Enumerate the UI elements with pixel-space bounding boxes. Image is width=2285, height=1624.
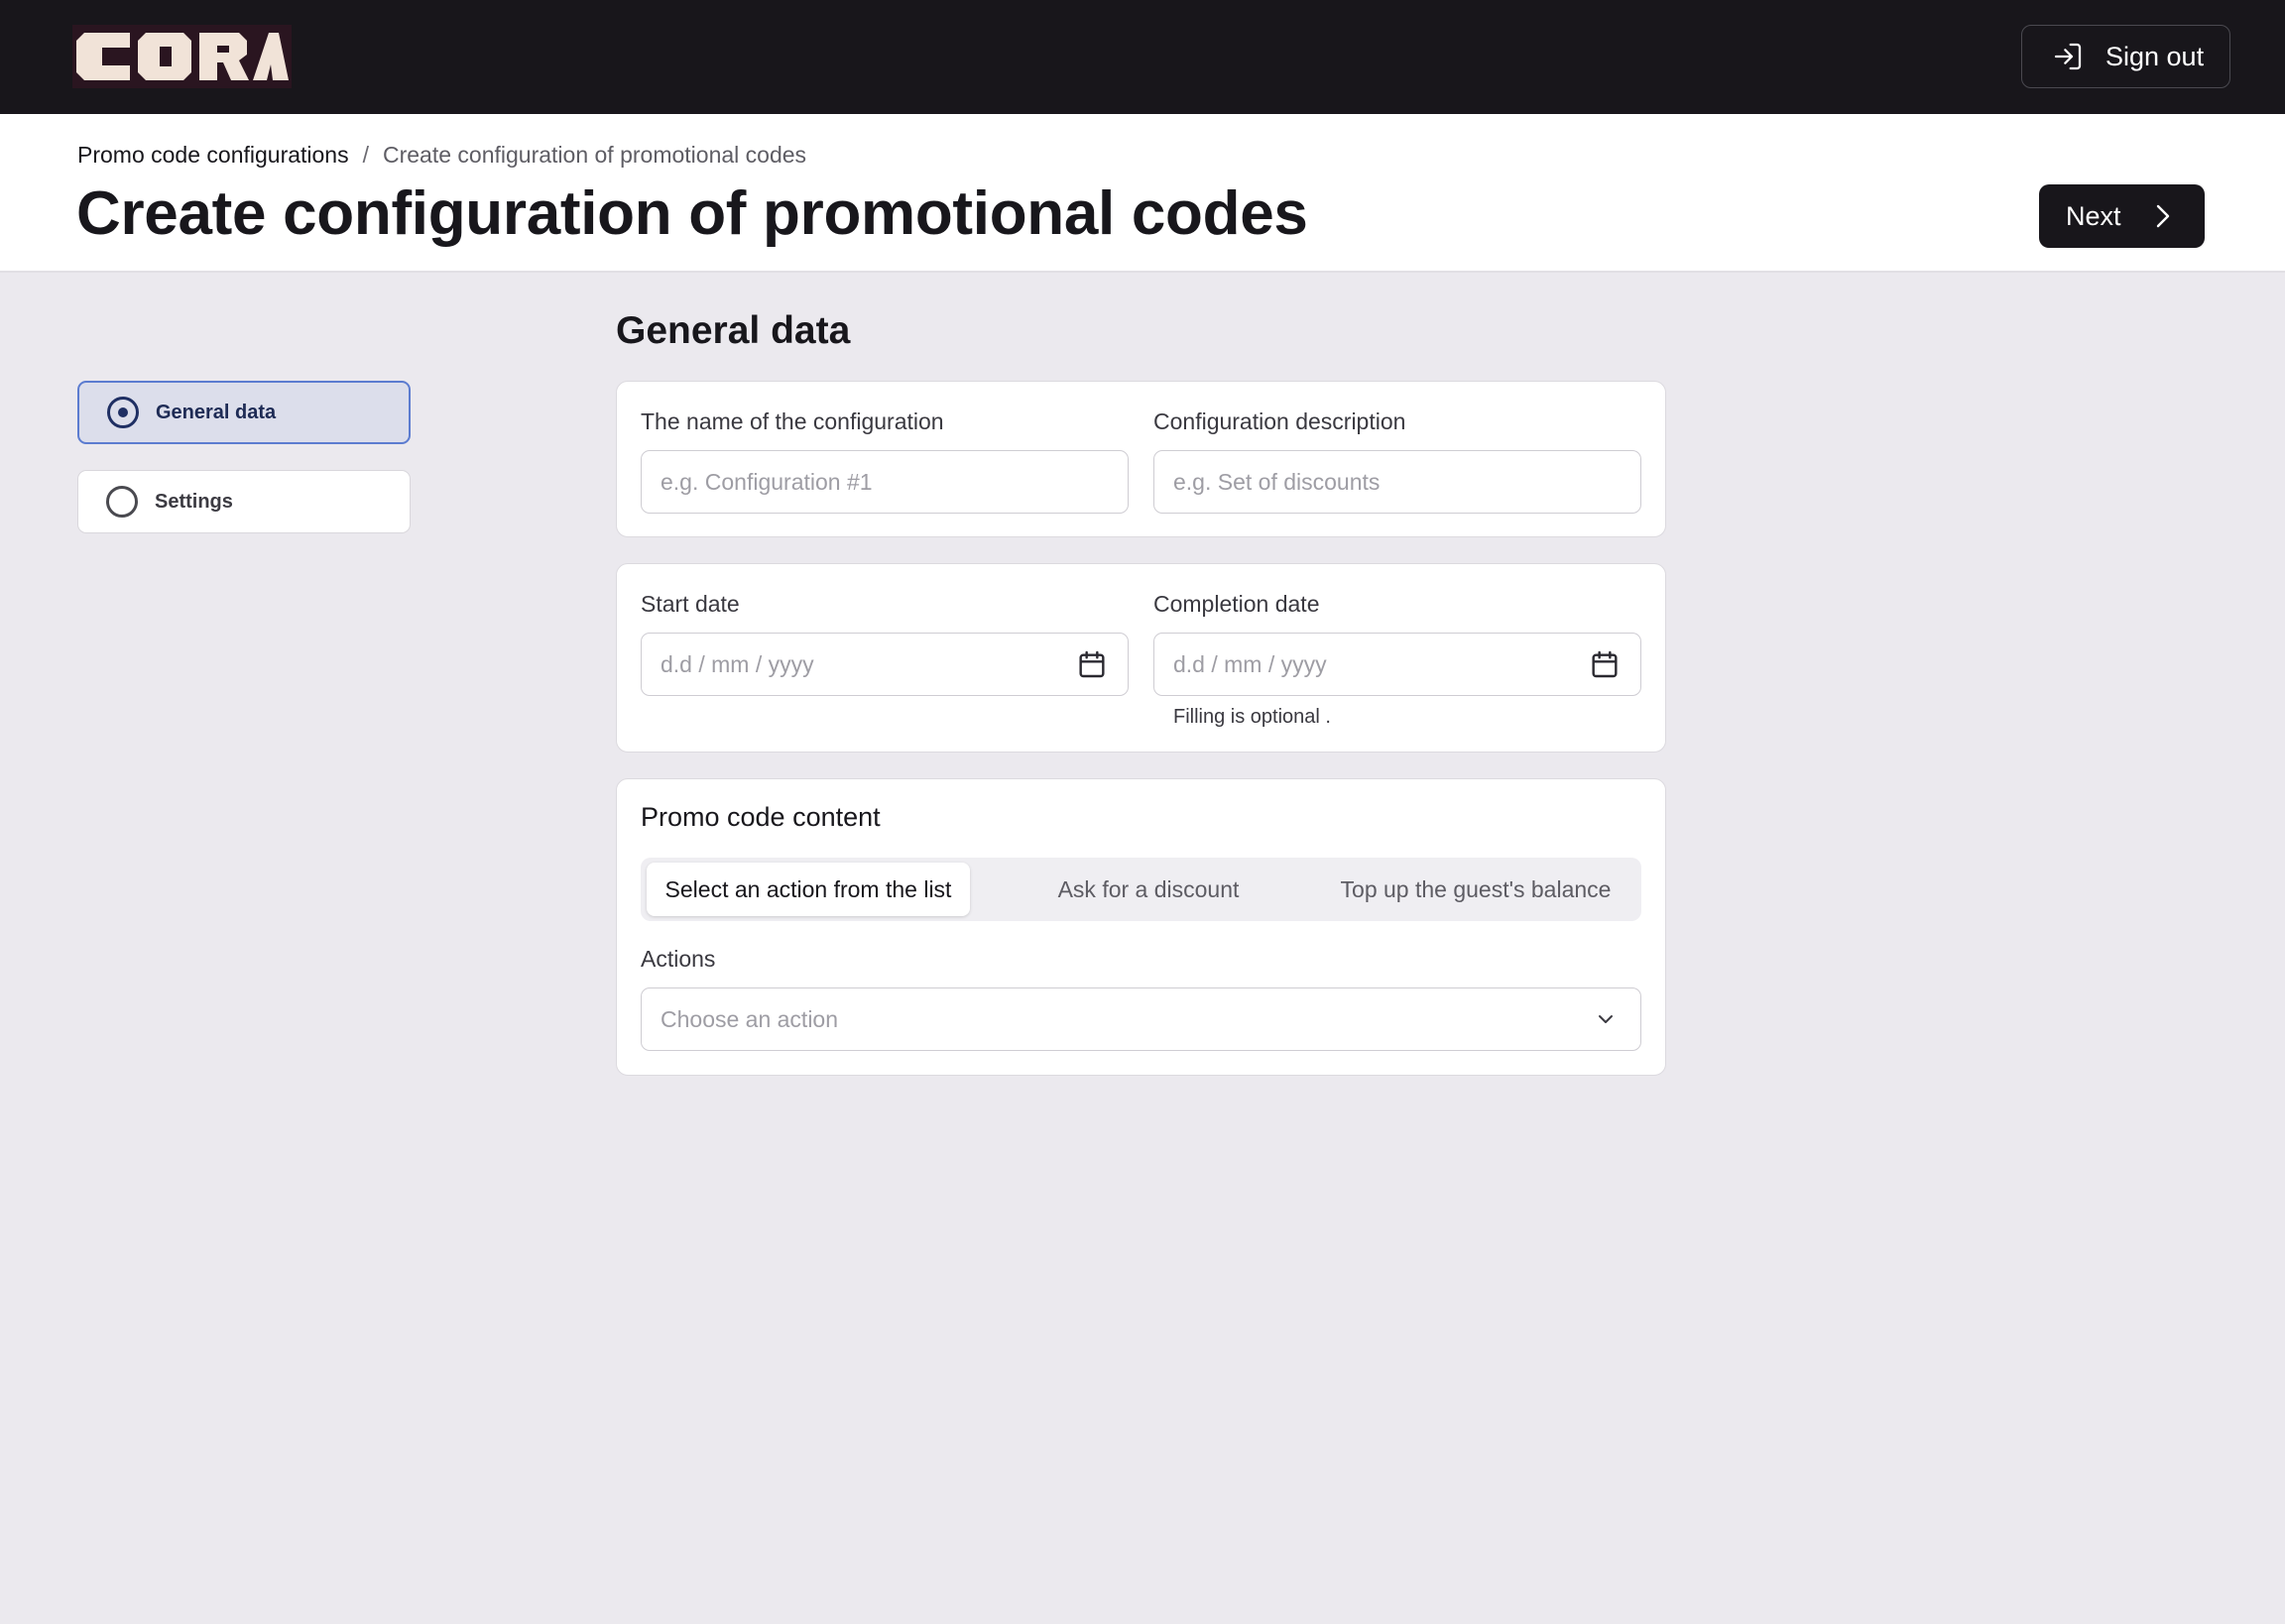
radio-unselected-icon <box>106 486 138 518</box>
page-title: Create configuration of promotional code… <box>76 179 1308 248</box>
step-label: Settings <box>155 490 233 513</box>
completion-date-placeholder: d.d / mm / yyyy <box>1173 650 1327 677</box>
promo-type-segmented-control: Select an action from the list Ask for a… <box>641 858 1641 921</box>
tab-ask-discount[interactable]: Ask for a discount <box>990 863 1307 916</box>
chevron-down-icon <box>1599 1015 1613 1023</box>
breadcrumb: Promo code configurations / Create confi… <box>77 142 806 169</box>
promo-content-heading: Promo code content <box>641 802 881 832</box>
sign-out-button[interactable]: Sign out <box>2021 25 2230 88</box>
step-label: General data <box>156 401 277 423</box>
config-description-placeholder: e.g. Set of discounts <box>1173 468 1381 495</box>
step-general-data[interactable]: General data <box>77 381 411 444</box>
completion-date-input[interactable]: d.d / mm / yyyy <box>1153 633 1641 696</box>
tab-top-up-balance[interactable]: Top up the guest's balance <box>1317 863 1634 916</box>
actions-select[interactable]: Choose an action <box>641 987 1641 1051</box>
calendar-icon[interactable] <box>1589 648 1621 680</box>
section-title: General data <box>616 309 851 352</box>
completion-date-label: Completion date <box>1153 591 1320 617</box>
config-description-label: Configuration description <box>1153 408 1406 434</box>
config-name-input[interactable]: e.g. Configuration #1 <box>641 450 1129 514</box>
general-info-card: The name of the configuration e.g. Confi… <box>616 381 1666 537</box>
actions-label: Actions <box>641 946 716 972</box>
cora-logo[interactable] <box>72 25 292 88</box>
start-date-placeholder: d.d / mm / yyyy <box>661 650 814 677</box>
radio-selected-icon <box>107 397 139 428</box>
config-name-label: The name of the configuration <box>641 408 944 434</box>
next-button[interactable]: Next <box>2039 184 2205 248</box>
top-bar: Sign out <box>0 0 2285 114</box>
page-header: Promo code configurations / Create confi… <box>0 114 2285 273</box>
breadcrumb-separator: / <box>362 142 369 168</box>
completion-date-hint: Filling is optional . <box>1173 706 1331 728</box>
next-label: Next <box>2066 200 2121 231</box>
start-date-label: Start date <box>641 591 740 617</box>
sign-in-arrow-icon <box>2054 43 2082 70</box>
step-settings[interactable]: Settings <box>77 470 411 533</box>
promo-content-card: Promo code content Select an action from… <box>616 778 1666 1076</box>
chevron-right-icon <box>2156 204 2169 228</box>
start-date-input[interactable]: d.d / mm / yyyy <box>641 633 1129 696</box>
breadcrumb-current: Create configuration of promotional code… <box>383 142 807 168</box>
actions-placeholder: Choose an action <box>661 1005 839 1032</box>
breadcrumb-link-promo-configurations[interactable]: Promo code configurations <box>77 142 349 169</box>
dates-card: Start date d.d / mm / yyyy Completion da… <box>616 563 1666 753</box>
calendar-icon[interactable] <box>1076 648 1108 680</box>
tab-select-action[interactable]: Select an action from the list <box>647 863 970 916</box>
config-name-placeholder: e.g. Configuration #1 <box>661 468 873 495</box>
sign-out-label: Sign out <box>2105 41 2205 71</box>
config-description-input[interactable]: e.g. Set of discounts <box>1153 450 1641 514</box>
